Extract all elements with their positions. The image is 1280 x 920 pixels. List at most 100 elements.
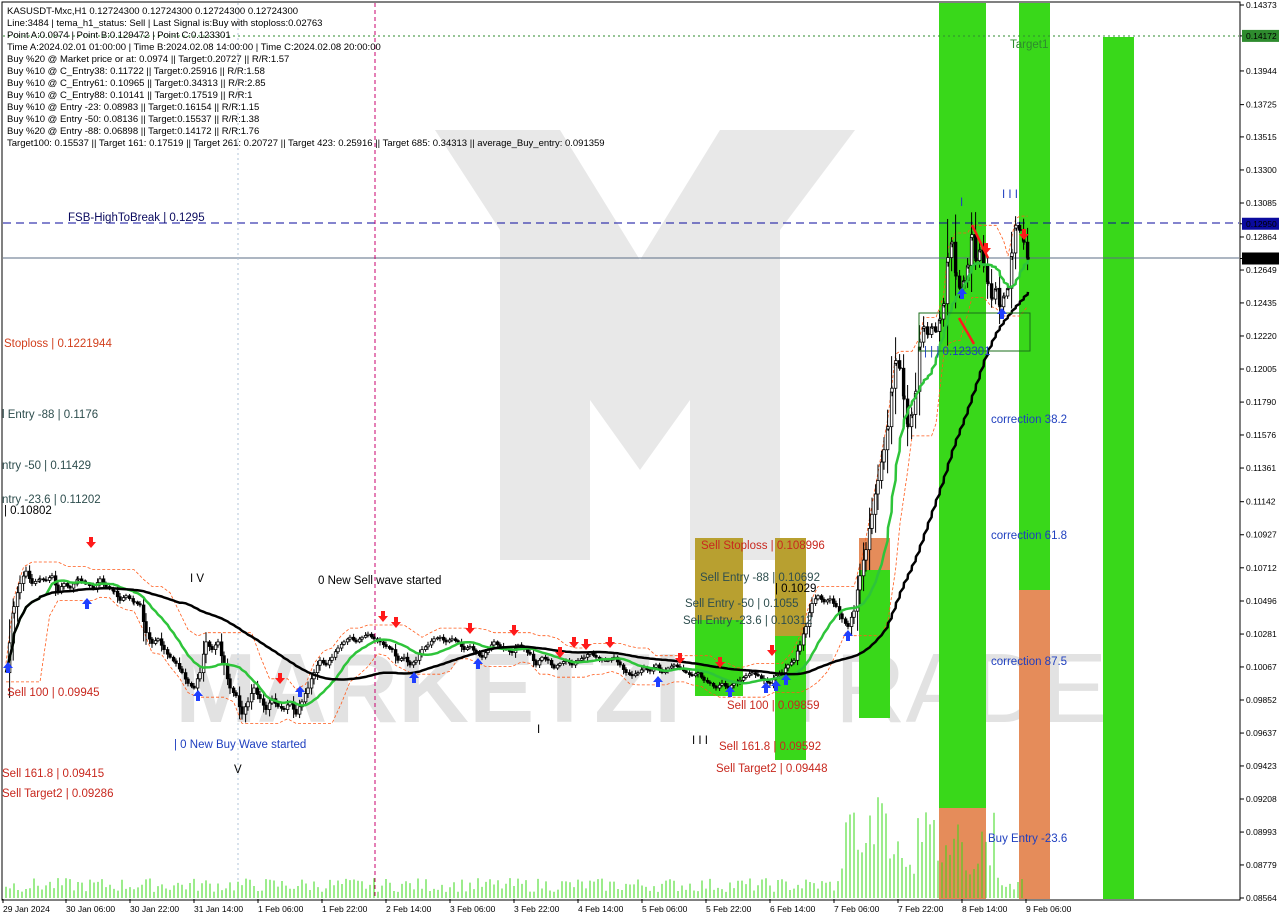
candle-body bbox=[1013, 227, 1018, 254]
candle-body bbox=[333, 651, 338, 658]
price-tick-label: 0.09423 bbox=[1246, 761, 1277, 771]
time-tick-label: 3 Feb 22:00 bbox=[514, 904, 560, 914]
price-tick-label: 0.10281 bbox=[1246, 629, 1277, 639]
candle-body bbox=[714, 685, 718, 689]
price-tick-label: 0.12950 bbox=[1246, 219, 1277, 229]
tick-marks: I I I bbox=[692, 735, 708, 747]
candle-body bbox=[38, 578, 42, 581]
candle-body bbox=[444, 639, 448, 643]
candle-body bbox=[1025, 241, 1030, 258]
candle-body bbox=[938, 318, 942, 321]
candle-body bbox=[261, 698, 266, 706]
candle-body bbox=[654, 664, 658, 668]
candle-body bbox=[141, 604, 146, 622]
trading-chart: MARKETZI TRADE KASUSDT-Mxc,H1 0.1 bbox=[0, 0, 1280, 920]
candle-body bbox=[570, 662, 574, 666]
candle-body bbox=[115, 590, 120, 598]
candle-body bbox=[441, 636, 446, 641]
candle-body bbox=[186, 678, 190, 684]
candle-body bbox=[408, 661, 412, 666]
new-sell-wave-label: 0 New Sell wave started bbox=[318, 575, 441, 587]
candle-body bbox=[945, 261, 950, 305]
time-tick-label: 4 Feb 14:00 bbox=[578, 904, 624, 914]
candle-body bbox=[732, 682, 736, 686]
candle-body bbox=[177, 663, 182, 670]
candle-body bbox=[858, 575, 862, 591]
time-tick-label: 30 Jan 22:00 bbox=[130, 904, 179, 914]
candle-body bbox=[483, 652, 488, 658]
candle-body bbox=[324, 662, 328, 666]
candle-body bbox=[213, 644, 218, 650]
candle-body bbox=[894, 360, 898, 364]
candle-body bbox=[720, 682, 724, 686]
candle-body bbox=[798, 644, 802, 652]
candle-body bbox=[234, 692, 238, 697]
candle-body bbox=[98, 578, 102, 583]
candle-body bbox=[411, 661, 416, 666]
time-tick-label: 2 Feb 14:00 bbox=[386, 904, 432, 914]
candle-body bbox=[330, 656, 334, 661]
time-tick-label: 1 Feb 06:00 bbox=[258, 904, 304, 914]
candle-body bbox=[121, 597, 126, 601]
candle-body bbox=[480, 655, 484, 658]
candle-body bbox=[684, 670, 688, 674]
candle-body bbox=[195, 678, 200, 689]
candle-body bbox=[495, 641, 500, 646]
candle-body bbox=[65, 583, 70, 587]
green-zone bbox=[1103, 37, 1134, 899]
candle-body bbox=[390, 647, 394, 650]
candle-body bbox=[942, 303, 946, 306]
candle-body bbox=[198, 672, 202, 680]
candle-body bbox=[950, 241, 954, 245]
candle-body bbox=[998, 304, 1002, 308]
candle-body bbox=[50, 575, 54, 579]
candle-body bbox=[795, 650, 800, 661]
candle-body bbox=[969, 237, 974, 266]
candle-body bbox=[240, 706, 244, 715]
sell-target2-label: Sell Target2 | 0.09448 bbox=[716, 763, 827, 775]
price-tick-label: 0.12649 bbox=[1246, 265, 1277, 275]
candle-body bbox=[165, 649, 170, 655]
candle-body bbox=[966, 264, 970, 268]
candle-body bbox=[846, 623, 850, 627]
candle-body bbox=[366, 633, 370, 636]
candle-body bbox=[639, 669, 644, 674]
candle-body bbox=[207, 641, 212, 647]
price-tick-label: 0.14172 bbox=[1246, 31, 1277, 41]
candle-body bbox=[183, 672, 188, 680]
candle-body bbox=[867, 528, 872, 551]
candle-body bbox=[744, 675, 748, 678]
candle-body bbox=[786, 664, 790, 669]
price-tick-label: 0.11142 bbox=[1246, 497, 1276, 507]
time-tick-label: 7 Feb 06:00 bbox=[834, 904, 880, 914]
candle-body bbox=[750, 672, 754, 675]
candle-body bbox=[267, 702, 272, 710]
time-tick-label: 7 Feb 22:00 bbox=[898, 904, 944, 914]
candle-body bbox=[783, 667, 788, 674]
candle-body bbox=[789, 661, 794, 666]
candle-body bbox=[357, 638, 362, 643]
candle-body bbox=[558, 663, 562, 666]
candle-body bbox=[540, 656, 544, 661]
price-tick-label: 0.08564 bbox=[1246, 893, 1277, 903]
candle-body bbox=[1006, 287, 1010, 290]
candle-body bbox=[432, 638, 436, 642]
candle-body bbox=[258, 694, 262, 700]
candle-body bbox=[498, 644, 502, 647]
price-tick-label: 0.11790 bbox=[1246, 397, 1276, 407]
price-tick-label: 0.10927 bbox=[1246, 530, 1277, 540]
candle-body bbox=[210, 646, 214, 650]
price-tick-label: 0.13944 bbox=[1246, 66, 1277, 76]
candle-body bbox=[717, 684, 722, 689]
price-tick-label: 0.10712 bbox=[1246, 563, 1277, 573]
candle-body bbox=[309, 678, 314, 689]
candle-body bbox=[384, 644, 388, 647]
price-tick-label: 0.12220 bbox=[1246, 331, 1277, 341]
candle-body bbox=[946, 257, 950, 263]
candle-body bbox=[901, 367, 906, 397]
buy-entry-23-label: Buy Entry -23.6 bbox=[988, 833, 1067, 845]
candle-body bbox=[970, 234, 974, 238]
candle-body bbox=[898, 367, 902, 369]
candle-body bbox=[18, 583, 22, 594]
candle-body bbox=[138, 603, 142, 606]
